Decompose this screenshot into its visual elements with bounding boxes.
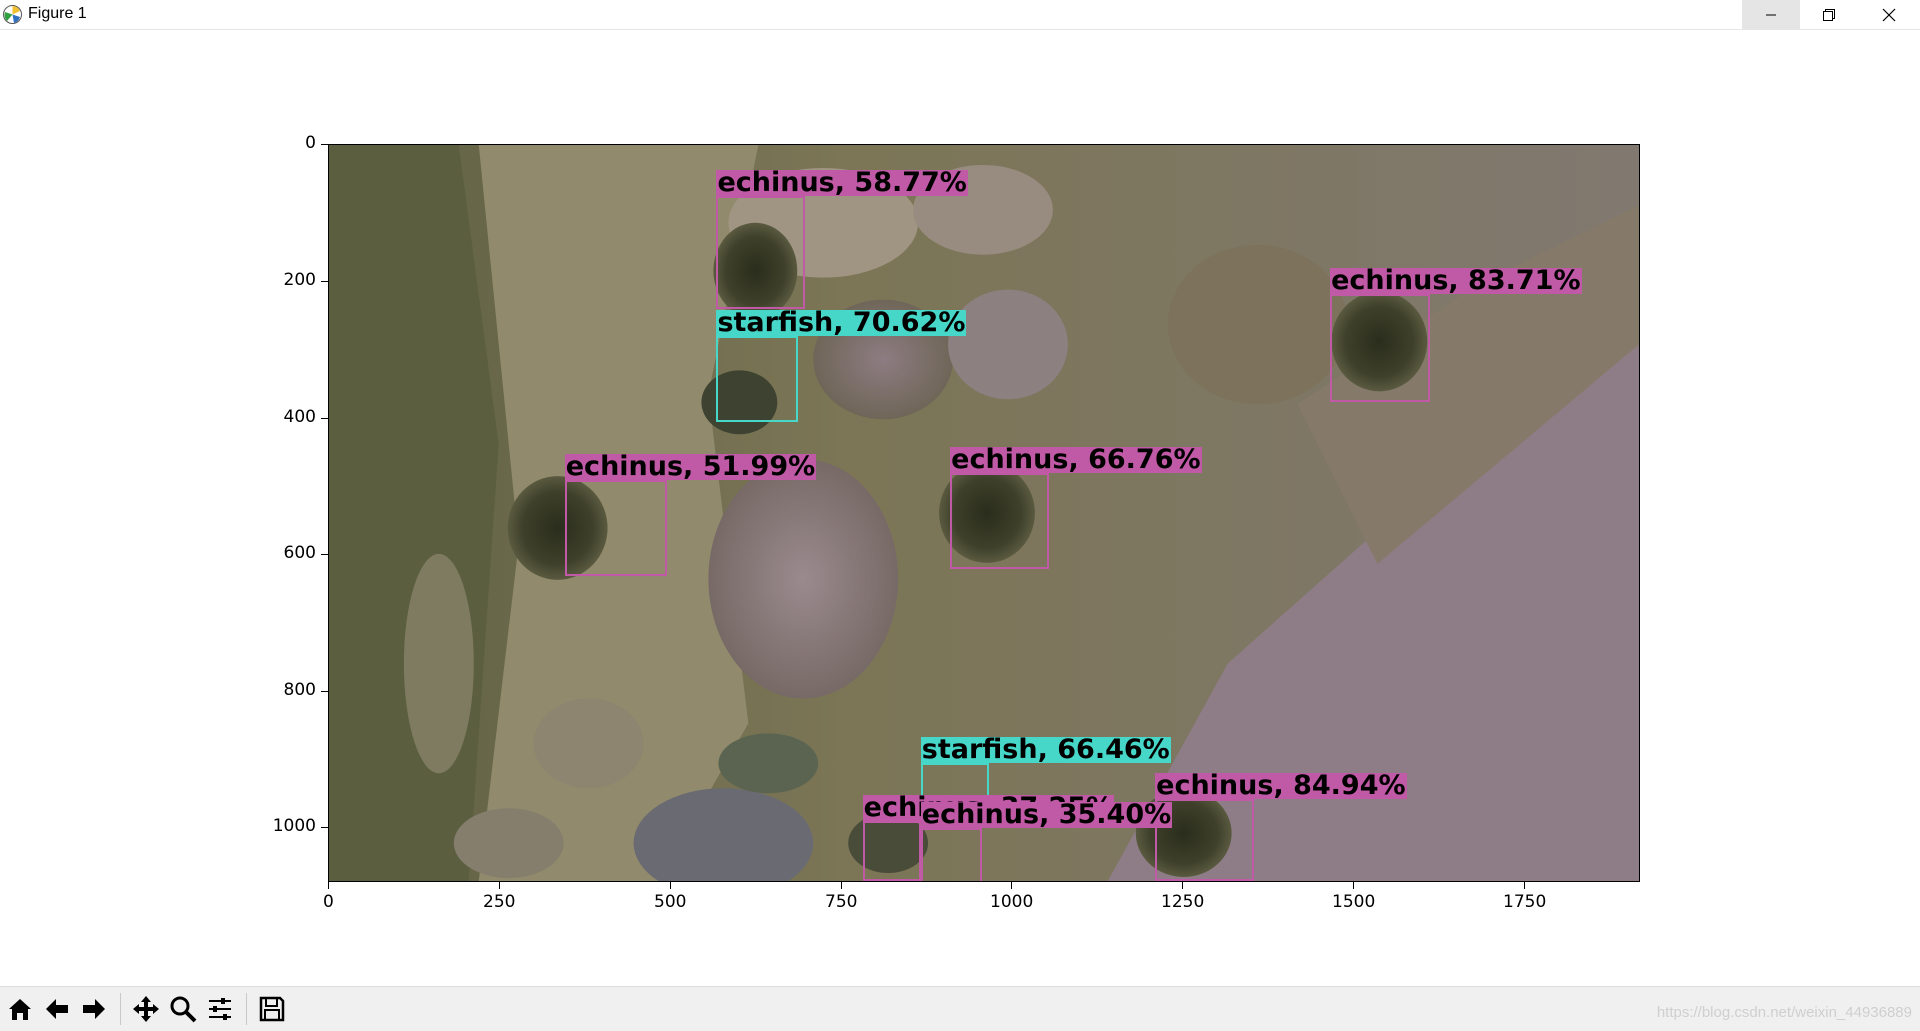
y-tick-label: 600 [283,543,316,563]
configure-subplots-button[interactable] [203,992,237,1026]
window-title: Figure 1 [28,5,87,22]
minimize-button[interactable] [1742,0,1800,29]
configure-subplots-icon [209,998,231,1020]
x-tick-mark [1011,882,1012,889]
y-tick-label: 200 [283,270,316,290]
back-button[interactable] [40,992,74,1026]
echinus-bounding-box [1330,293,1430,402]
home-button[interactable] [3,992,37,1026]
x-tick-label: 1750 [1503,892,1547,912]
echinus-detection-label: echinus, 58.77% [716,167,968,199]
pan-icon [133,996,159,1022]
y-tick-mark [321,281,328,282]
zoom-button[interactable] [166,992,200,1026]
x-tick-label: 250 [483,892,516,912]
zoom-icon [170,996,197,1023]
x-tick-mark [328,882,329,889]
x-tick-mark [670,882,671,889]
restore-button[interactable] [1800,0,1858,29]
y-tick-label: 800 [283,680,316,700]
starfish-detection-label: starfish, 70.62% [716,307,967,339]
y-tick-mark [321,691,328,692]
y-tick-mark [321,554,328,555]
y-tick-mark [321,418,328,419]
y-tick-mark [321,827,328,828]
restore-icon [1823,8,1835,21]
x-tick-mark [841,882,842,889]
echinus-bounding-box [950,473,1050,570]
x-tick-label: 1000 [990,892,1034,912]
x-tick-label: 1250 [1161,892,1205,912]
echinus-detection-label: echinus, 51.99% [564,450,817,482]
echinus-bounding-box [716,196,806,309]
y-tick-label: 0 [305,133,316,153]
echinus-detection-label: echinus, 35.40% [920,799,1173,831]
starfish-detection-label: starfish, 66.46% [920,734,1171,766]
back-arrow-icon [46,999,68,1019]
x-tick-mark [1182,882,1183,889]
close-button[interactable] [1858,0,1920,29]
y-tick-label: 400 [283,407,316,427]
x-tick-label: 1500 [1332,892,1376,912]
toolbar-separator [246,993,247,1025]
echinus-detection-label: echinus, 66.76% [950,444,1202,475]
forward-button[interactable] [77,992,111,1026]
image-axes[interactable]: echinus, 58.77% echinus, 83.71% starfish, … [328,144,1640,882]
x-tick-mark [499,882,500,889]
x-tick-label: 0 [323,892,334,912]
save-icon [259,996,285,1022]
forward-arrow-icon [83,999,105,1019]
x-tick-label: 500 [654,892,687,912]
echinus-bounding-box [862,820,921,881]
watermark: https://blog.csdn.net/weixin_44936889 [1656,1004,1912,1021]
title-bar: Figure 1 [0,0,1920,30]
navigation-toolbar [0,986,1920,1031]
x-tick-mark [1353,882,1354,889]
y-tick-label: 1000 [272,816,316,836]
x-tick-mark [1524,882,1525,889]
echinus-detection-label: echinus, 83.71% [1330,264,1582,296]
close-icon [1882,8,1896,21]
figure-canvas[interactable]: echinus, 58.77% echinus, 83.71% starfish, … [0,30,1920,986]
starfish-bounding-box [716,336,799,422]
toolbar-separator [120,993,121,1025]
matplotlib-app-icon [3,5,22,24]
y-tick-mark [321,144,328,145]
home-icon [9,999,31,1020]
echinus-bounding-box [564,479,668,577]
save-button[interactable] [255,992,289,1026]
minimize-icon [1766,14,1776,15]
pan-button[interactable] [129,992,163,1026]
x-tick-label: 750 [825,892,858,912]
echinus-detection-label: echinus, 84.94% [1155,769,1407,801]
echinus-bounding-box [920,828,983,881]
